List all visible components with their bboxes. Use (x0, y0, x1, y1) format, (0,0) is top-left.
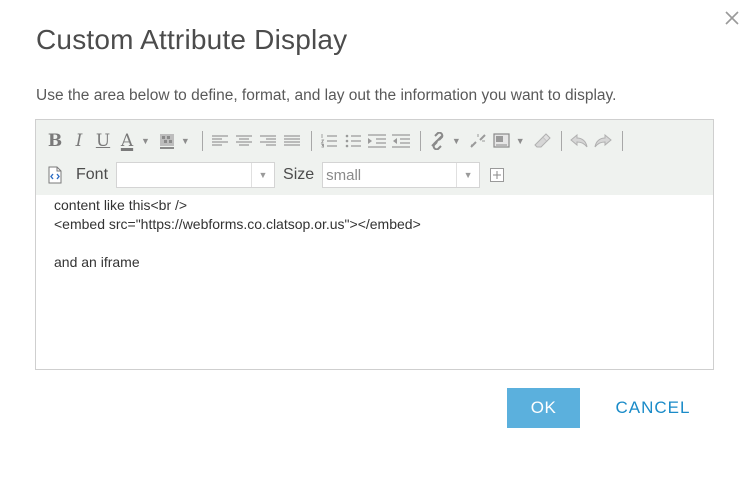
size-select-value: small (326, 166, 362, 184)
highlight-dropdown-icon[interactable]: ▼ (181, 136, 190, 146)
close-icon (725, 11, 739, 25)
numbered-list-button[interactable] (318, 129, 340, 153)
font-color-icon: A (120, 131, 134, 151)
justify-icon (283, 135, 300, 146)
align-center-icon (235, 135, 252, 146)
toolbar-separator (621, 131, 623, 151)
bullet-list-button[interactable] (342, 129, 364, 153)
chevron-down-icon: ▼ (456, 163, 479, 187)
font-color-dropdown-icon[interactable]: ▼ (141, 136, 150, 146)
close-button[interactable] (720, 6, 744, 30)
rich-text-editor: B I U A ▼ ▼ ▼ ▼ Font ▼ Size small ▼ cont… (35, 119, 714, 370)
image-dropdown-icon[interactable]: ▼ (516, 136, 525, 146)
bullet-list-icon (345, 134, 361, 148)
editor-toolbar: B I U A ▼ ▼ ▼ ▼ Font ▼ Size small ▼ (36, 120, 713, 195)
align-left-icon (211, 135, 228, 146)
toolbar-row-formatting: B I U A ▼ ▼ ▼ ▼ (44, 127, 629, 155)
eraser-icon (533, 133, 551, 148)
toolbar-separator (419, 131, 421, 151)
image-button[interactable] (491, 129, 513, 153)
size-label: Size (283, 166, 315, 183)
italic-icon: I (75, 131, 83, 151)
font-select[interactable]: ▼ (116, 162, 276, 188)
unlink-icon (470, 134, 486, 148)
outdent-button[interactable] (390, 129, 412, 153)
align-right-button[interactable] (257, 129, 279, 153)
italic-button[interactable]: I (68, 129, 90, 153)
link-dropdown-icon[interactable]: ▼ (452, 136, 461, 146)
redo-button[interactable] (592, 129, 614, 153)
font-label: Font (76, 166, 109, 183)
link-button[interactable] (427, 129, 449, 153)
indent-button[interactable] (366, 129, 388, 153)
numbered-list-icon (320, 134, 337, 148)
view-source-button[interactable] (44, 163, 66, 187)
toolbar-separator (310, 131, 312, 151)
chevron-down-icon: ▼ (251, 163, 274, 187)
redo-icon (594, 133, 612, 148)
align-center-button[interactable] (233, 129, 255, 153)
ok-button[interactable]: OK (507, 388, 580, 428)
toolbar-separator (560, 131, 562, 151)
cancel-button[interactable]: CANCEL (598, 388, 708, 428)
align-right-icon (259, 135, 276, 146)
unlink-button[interactable] (467, 129, 489, 153)
expand-button[interactable] (486, 163, 508, 187)
size-select[interactable]: small ▼ (322, 162, 481, 188)
font-color-button[interactable]: A (116, 129, 138, 153)
expand-icon (490, 168, 505, 182)
undo-icon (569, 133, 588, 148)
align-left-button[interactable] (209, 129, 231, 153)
toolbar-row-font: Font ▼ Size small ▼ (44, 160, 510, 190)
editor-content[interactable]: content like this<br /> <embed src="http… (54, 196, 421, 272)
underline-icon: U (95, 131, 111, 151)
underline-button[interactable]: U (92, 129, 114, 153)
highlight-button[interactable] (156, 129, 178, 153)
highlight-icon (159, 134, 174, 149)
image-icon (493, 133, 510, 148)
undo-button[interactable] (568, 129, 590, 153)
bold-button[interactable]: B (44, 129, 66, 153)
link-icon (431, 132, 444, 150)
indent-icon (367, 134, 386, 148)
custom-attribute-dialog: Custom Attribute Display Use the area be… (0, 0, 753, 477)
outdent-icon (391, 134, 410, 148)
dialog-title: Custom Attribute Display (36, 24, 348, 55)
bold-icon: B (47, 131, 63, 151)
dialog-instructions: Use the area below to define, format, an… (36, 87, 617, 104)
justify-button[interactable] (281, 129, 303, 153)
view-source-icon (48, 166, 62, 184)
eraser-button[interactable] (531, 129, 553, 153)
toolbar-separator (201, 131, 203, 151)
